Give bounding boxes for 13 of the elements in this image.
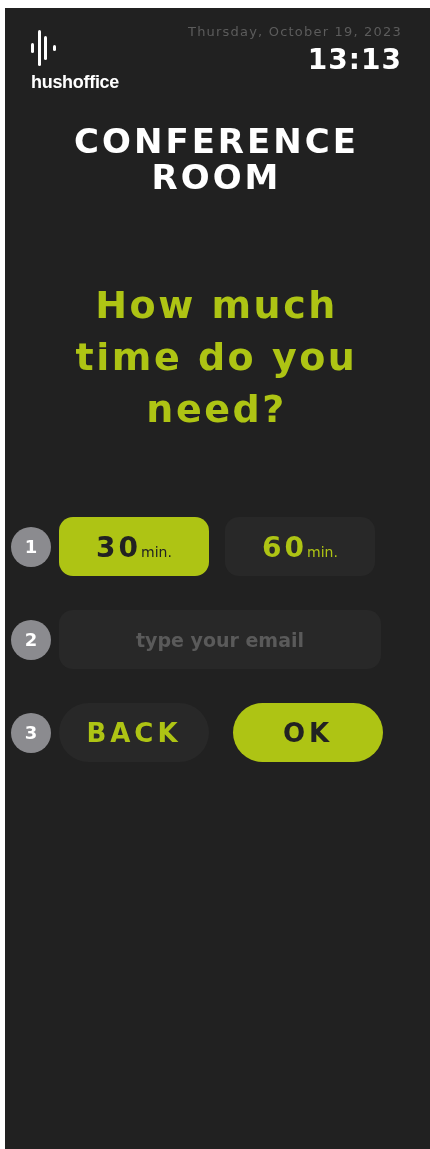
ok-button[interactable]: OK bbox=[233, 703, 383, 762]
date-text: Thursday, October 19, 2023 bbox=[188, 24, 402, 39]
sound-wave-icon bbox=[31, 30, 57, 66]
step-number: 1 bbox=[11, 526, 51, 567]
room-title: CONFERENCE ROOM bbox=[73, 123, 360, 195]
duration-option[interactable]: 60 min. bbox=[225, 517, 375, 576]
duration-option[interactable]: 30 min. bbox=[59, 517, 209, 576]
logo-text: hushoffice bbox=[31, 72, 119, 93]
step-number: 2 bbox=[11, 619, 51, 660]
question-text: How much time do you need? bbox=[74, 282, 359, 433]
step-number: 3 bbox=[11, 712, 51, 753]
back-button[interactable]: BACK bbox=[59, 703, 209, 762]
time-text: 13:13 bbox=[307, 43, 402, 76]
